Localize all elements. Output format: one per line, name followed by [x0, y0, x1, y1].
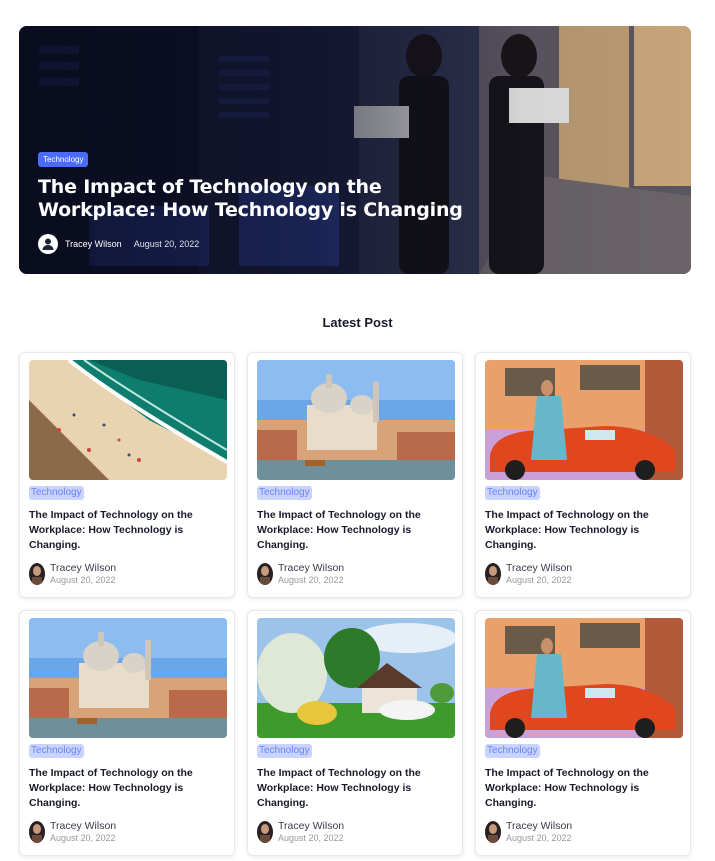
countryside-house-image — [257, 618, 455, 738]
post-title[interactable]: The Impact of Technology on the Workplac… — [257, 508, 447, 553]
post-meta: Tracey Wilson August 20, 2022 — [29, 820, 116, 844]
post-card[interactable]: Technology The Impact of Technology on t… — [247, 610, 463, 856]
post-date: August 20, 2022 — [278, 833, 344, 843]
post-title[interactable]: The Impact of Technology on the Workplac… — [485, 508, 675, 553]
user-icon — [38, 234, 58, 254]
post-meta: Tracey Wilson August 20, 2022 — [485, 562, 572, 586]
hero-author-name[interactable]: Tracey Wilson — [65, 239, 122, 249]
woman-red-car-image — [485, 360, 683, 480]
author-avatar — [29, 821, 45, 843]
venice-cathedral-image — [257, 360, 455, 480]
category-badge[interactable]: Technology — [29, 486, 84, 500]
hero-post-date: August 20, 2022 — [133, 239, 200, 249]
featured-post-hero[interactable]: Technology The Impact of Technology on t… — [19, 26, 691, 274]
hero-category-badge[interactable]: Technology — [38, 152, 89, 167]
post-card[interactable]: Technology The Impact of Technology on t… — [19, 610, 235, 856]
author-name[interactable]: Tracey Wilson — [50, 820, 116, 833]
post-date: August 20, 2022 — [278, 575, 344, 585]
author-avatar — [257, 821, 273, 843]
post-meta: Tracey Wilson August 20, 2022 — [257, 820, 344, 844]
post-title[interactable]: The Impact of Technology on the Workplac… — [29, 508, 219, 553]
author-name[interactable]: Tracey Wilson — [278, 820, 344, 833]
category-badge[interactable]: Technology — [485, 486, 540, 500]
author-avatar — [485, 821, 501, 843]
post-meta: Tracey Wilson August 20, 2022 — [485, 820, 572, 844]
venice-cathedral-image — [29, 618, 227, 738]
author-avatar — [485, 563, 501, 585]
author-avatar — [29, 563, 45, 585]
post-date: August 20, 2022 — [506, 833, 572, 843]
post-meta: Tracey Wilson August 20, 2022 — [257, 562, 344, 586]
author-name[interactable]: Tracey Wilson — [50, 562, 116, 575]
section-title: Latest Post — [322, 315, 393, 330]
post-card[interactable]: Technology The Impact of Technology on t… — [247, 352, 463, 598]
woman-red-car-image — [485, 618, 683, 738]
post-card[interactable]: Technology The Impact of Technology on t… — [19, 352, 235, 598]
post-card[interactable]: Technology The Impact of Technology on t… — [475, 610, 691, 856]
post-title[interactable]: The Impact of Technology on the Workplac… — [485, 766, 675, 811]
category-badge[interactable]: Technology — [485, 744, 540, 758]
hero-post-meta: Tracey Wilson August 20, 2022 — [38, 234, 199, 254]
author-name[interactable]: Tracey Wilson — [278, 562, 344, 575]
post-date: August 20, 2022 — [50, 833, 116, 843]
author-avatar — [257, 563, 273, 585]
post-date: August 20, 2022 — [506, 575, 572, 585]
category-badge[interactable]: Technology — [257, 744, 312, 758]
author-name[interactable]: Tracey Wilson — [506, 820, 572, 833]
post-card[interactable]: Technology The Impact of Technology on t… — [475, 352, 691, 598]
hero-post-title[interactable]: The Impact of Technology on the Workplac… — [38, 176, 468, 222]
post-date: August 20, 2022 — [50, 575, 116, 585]
category-badge[interactable]: Technology — [257, 486, 312, 500]
post-meta: Tracey Wilson August 20, 2022 — [29, 562, 116, 586]
category-badge[interactable]: Technology — [29, 744, 84, 758]
post-title[interactable]: The Impact of Technology on the Workplac… — [29, 766, 219, 811]
author-name[interactable]: Tracey Wilson — [506, 562, 572, 575]
beach-aerial-image — [29, 360, 227, 480]
post-title[interactable]: The Impact of Technology on the Workplac… — [257, 766, 447, 811]
